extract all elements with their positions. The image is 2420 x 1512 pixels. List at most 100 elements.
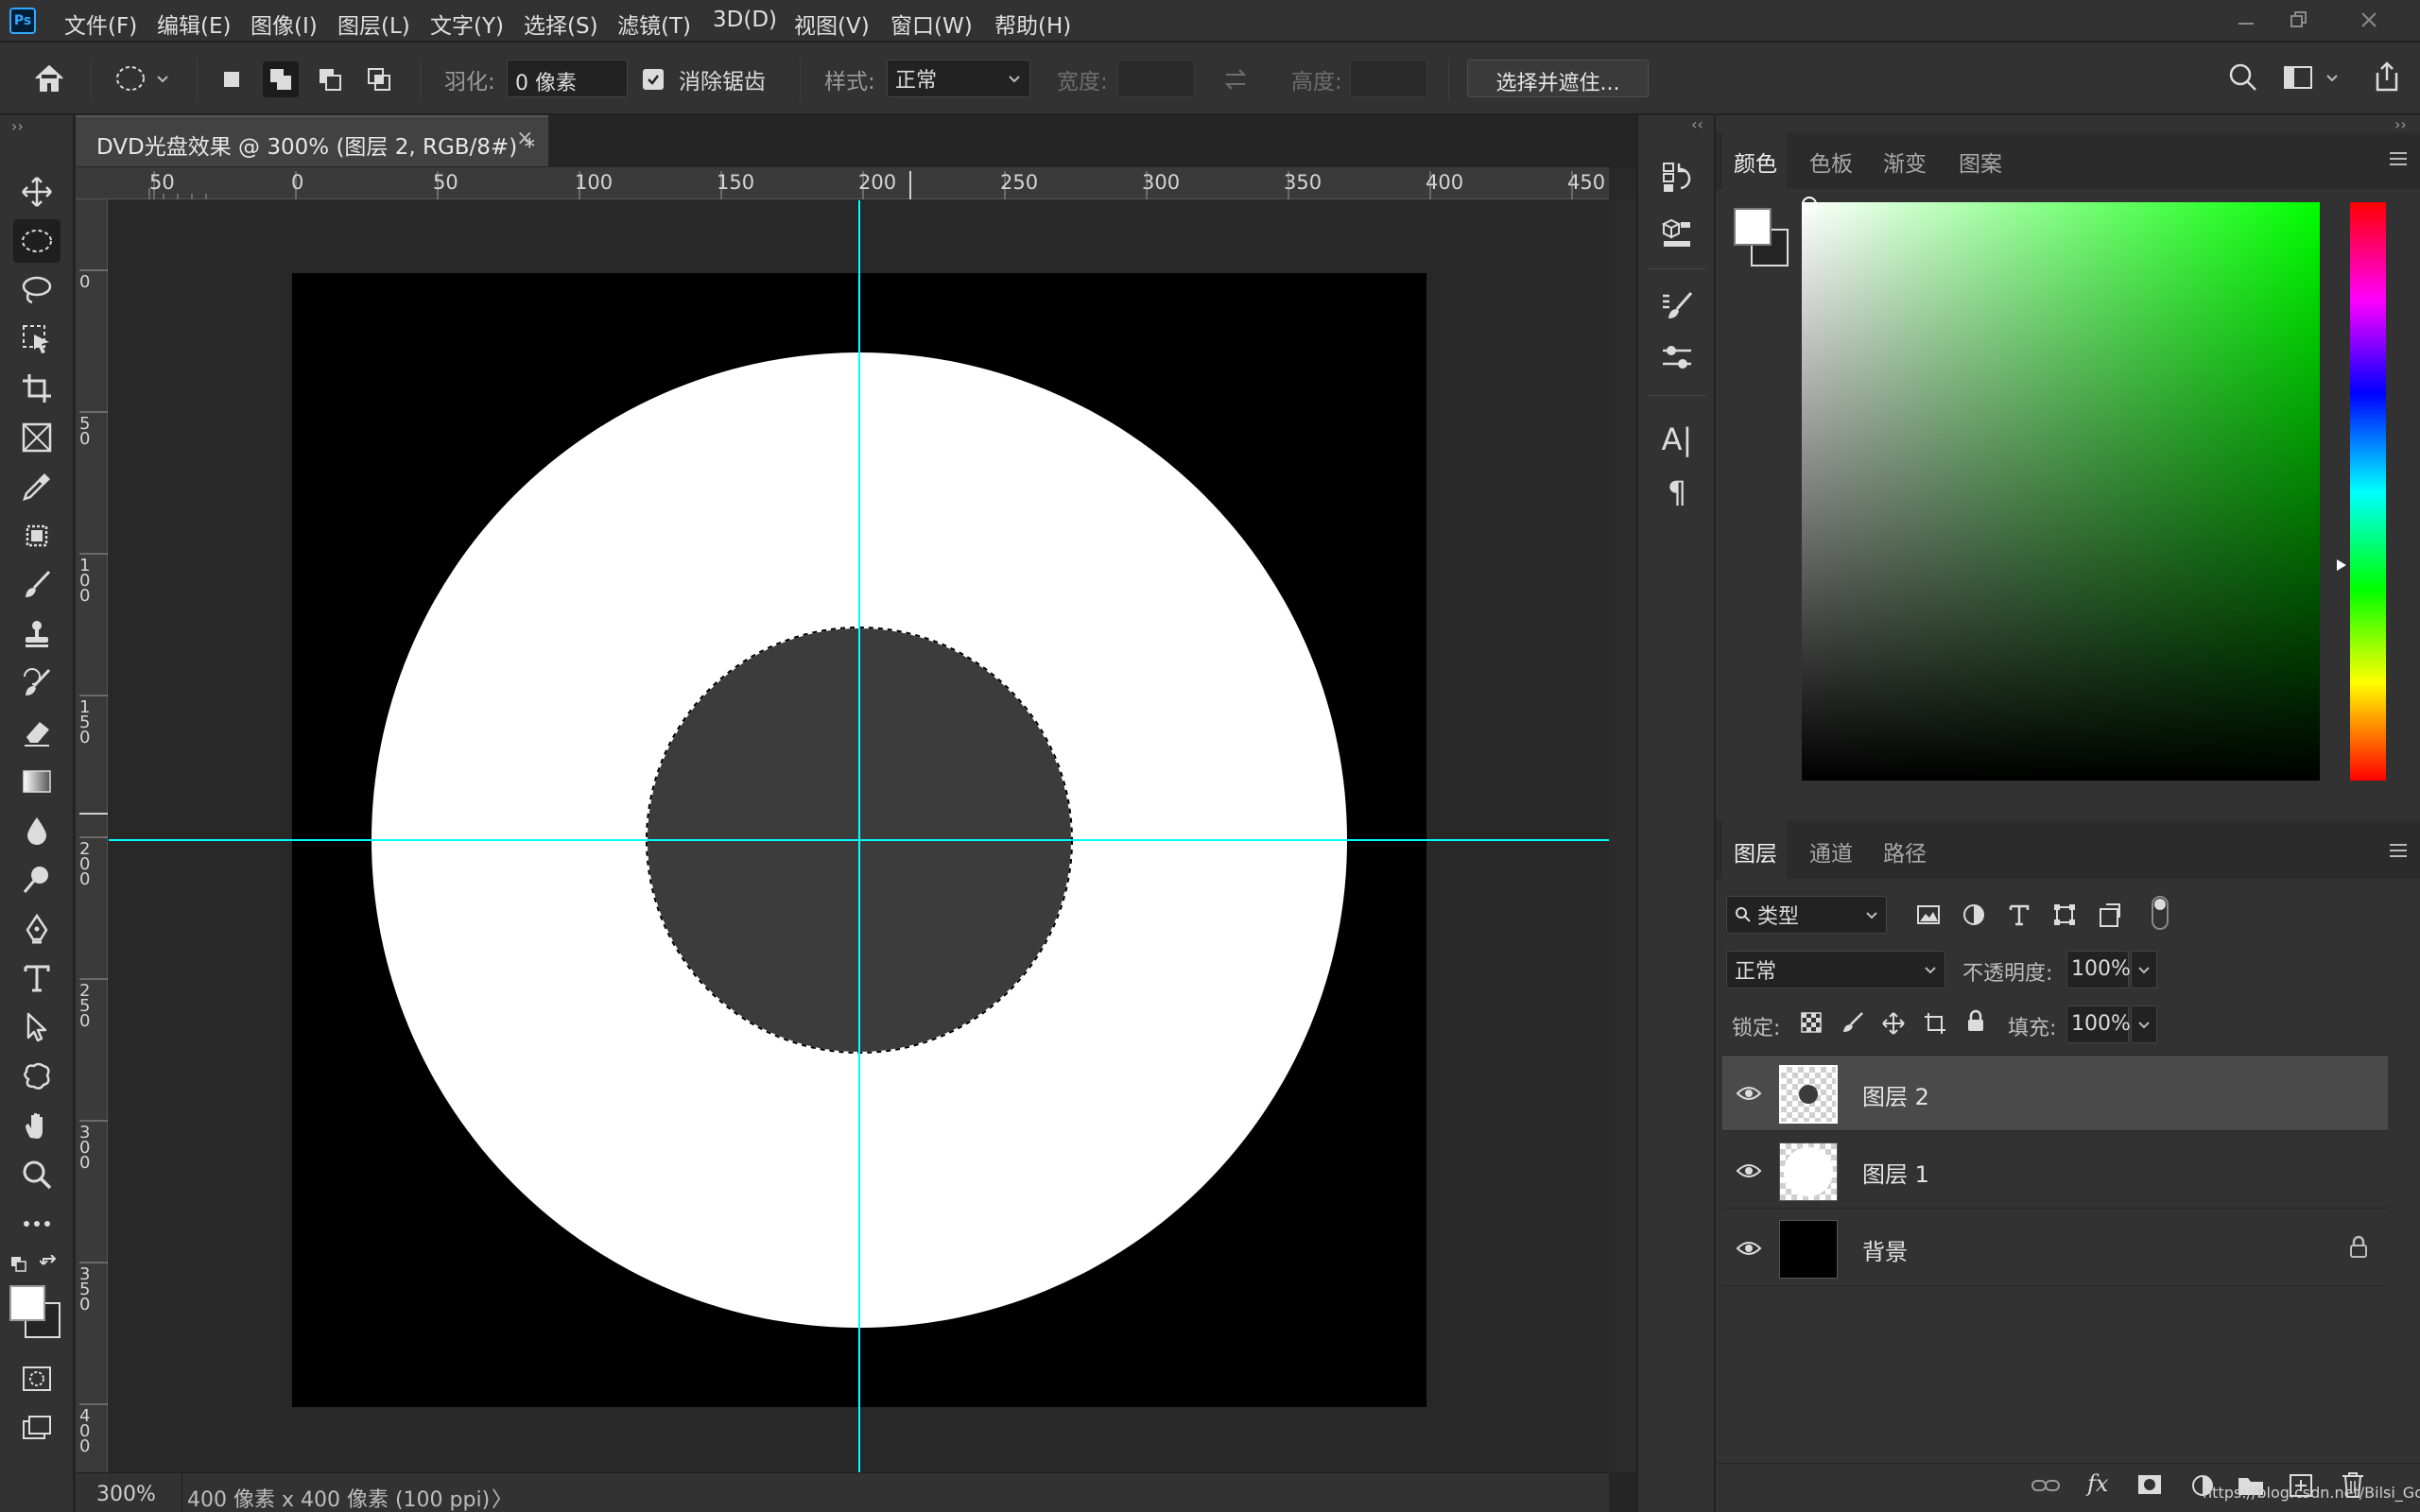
filter-toggle-switch[interactable] — [2152, 896, 2169, 930]
edit-toolbar-icon[interactable] — [13, 1202, 60, 1246]
custom-shape-tool-icon[interactable] — [13, 1055, 60, 1098]
pen-tool-icon[interactable] — [13, 907, 60, 951]
opacity-input[interactable]: 100% — [2066, 951, 2131, 988]
lock-artboard-icon[interactable] — [1923, 1011, 1947, 1036]
feather-input[interactable]: 0 像素 — [507, 60, 628, 97]
share-icon[interactable] — [2371, 60, 2403, 94]
lock-image-pixels-icon[interactable] — [1841, 1011, 1864, 1034]
brush-tool-icon[interactable] — [13, 563, 60, 607]
new-selection-button[interactable] — [214, 61, 250, 97]
tab-layers[interactable]: 图层 — [1734, 835, 1777, 868]
tab-patterns[interactable]: 图案 — [1959, 146, 2002, 178]
eyedropper-tool-icon[interactable] — [13, 465, 60, 508]
foreground-color-swatch[interactable] — [9, 1285, 45, 1321]
workspace-switcher[interactable] — [2282, 63, 2341, 92]
status-menu-arrow-icon[interactable]: 〉 — [492, 1483, 512, 1512]
panel-foreground-swatch[interactable] — [1734, 208, 1772, 246]
layer-name[interactable]: 图层 2 — [1862, 1078, 1929, 1111]
filter-pixel-layers-icon[interactable] — [1915, 902, 1942, 928]
tool-preset-picker[interactable] — [113, 61, 172, 95]
screen-mode-icon[interactable] — [13, 1406, 60, 1450]
layers-panel-menu-icon[interactable] — [2388, 841, 2409, 860]
width-input[interactable] — [1117, 60, 1195, 97]
color-picker-handle[interactable] — [1802, 197, 1817, 212]
canvas[interactable] — [109, 200, 1610, 1472]
layer-name[interactable]: 图层 1 — [1862, 1156, 1929, 1189]
visibility-eye-icon[interactable] — [1736, 1080, 1762, 1107]
link-layers-icon[interactable] — [2031, 1474, 2061, 1497]
quick-mask-icon[interactable] — [13, 1357, 60, 1400]
history-brush-tool-icon[interactable] — [13, 662, 60, 705]
layer-filter-select[interactable]: 类型 — [1726, 896, 1887, 934]
horizontal-ruler[interactable]: 50 0 50 100 150 200 250 300 350 400 450 — [76, 167, 1609, 199]
tab-channels[interactable]: 通道 — [1809, 835, 1853, 868]
frame-tool-icon[interactable] — [13, 416, 60, 459]
antialias-checkbox[interactable] — [643, 69, 664, 90]
dodge-tool-icon[interactable] — [13, 858, 60, 902]
layer-styles-fx-icon[interactable]: fx — [2087, 1470, 2108, 1497]
blend-mode-select[interactable]: 正常 — [1726, 951, 1945, 988]
brush-settings-panel-icon[interactable] — [1653, 284, 1701, 331]
layer-row[interactable]: 图层 2 — [1722, 1056, 2388, 1131]
filter-smart-objects-icon[interactable] — [2097, 902, 2123, 928]
elliptical-marquee-tool-icon[interactable] — [13, 219, 60, 263]
layer-row[interactable]: 图层 1 — [1722, 1133, 2388, 1209]
color-panel-menu-icon[interactable] — [2388, 149, 2409, 168]
default-colors-icon[interactable] — [9, 1255, 28, 1274]
search-icon[interactable] — [2227, 61, 2259, 94]
vertical-ruler[interactable]: 0 50 100 150 200 250 300 350 400 — [76, 199, 108, 1472]
close-window-icon[interactable] — [2350, 4, 2388, 36]
character-panel-icon[interactable]: A| — [1653, 416, 1701, 463]
menu-edit[interactable]: 编辑(E) — [157, 8, 231, 40]
lock-transparent-pixels-icon[interactable] — [1800, 1011, 1823, 1034]
collapse-panels-icon[interactable]: ‹‹ — [1691, 115, 1703, 133]
spot-healing-tool-icon[interactable] — [13, 514, 60, 558]
menu-filter[interactable]: 滤镜(T) — [617, 8, 691, 40]
type-tool-icon[interactable] — [13, 956, 60, 1000]
lock-all-icon[interactable] — [1964, 1009, 1987, 1034]
hand-tool-icon[interactable] — [13, 1104, 60, 1147]
crop-tool-icon[interactable] — [13, 367, 60, 410]
restore-icon[interactable] — [2280, 4, 2318, 36]
filter-adjustment-layers-icon[interactable] — [1961, 902, 1987, 928]
fill-input[interactable]: 100% — [2066, 1005, 2131, 1043]
layer-row[interactable]: 背景 — [1722, 1211, 2388, 1286]
add-to-selection-button[interactable] — [263, 61, 299, 97]
clone-stamp-tool-icon[interactable] — [13, 612, 60, 656]
menu-image[interactable]: 图像(I) — [251, 8, 318, 40]
collapse-toolbar-icon[interactable]: ›› — [11, 117, 24, 135]
photoshop-logo-icon[interactable]: Ps — [9, 8, 36, 34]
subtract-from-selection-button[interactable] — [312, 61, 348, 97]
menu-select[interactable]: 选择(S) — [524, 8, 598, 40]
zoom-level[interactable]: 300% — [96, 1483, 156, 1506]
layer-name[interactable]: 背景 — [1862, 1233, 1908, 1266]
menu-window[interactable]: 窗口(W) — [890, 8, 973, 40]
intersect-selection-button[interactable] — [361, 61, 397, 97]
adjustments-panel-icon[interactable] — [1653, 335, 1701, 382]
style-select[interactable]: 正常 — [887, 60, 1030, 97]
hue-slider-handle-icon[interactable] — [2335, 558, 2348, 573]
tab-color[interactable]: 颜色 — [1734, 146, 1777, 178]
filter-shape-layers-icon[interactable] — [2051, 902, 2078, 928]
add-mask-icon[interactable] — [2136, 1472, 2163, 1497]
color-field[interactable] — [1802, 202, 2320, 781]
collapse-right-panels-icon[interactable]: ›› — [2394, 115, 2407, 133]
visibility-eye-icon[interactable] — [1736, 1158, 1762, 1184]
height-input[interactable] — [1350, 60, 1427, 97]
libraries-panel-icon[interactable] — [1653, 210, 1701, 257]
close-tab-icon[interactable]: × — [516, 127, 533, 150]
opacity-dropdown[interactable] — [2131, 951, 2157, 988]
zoom-tool-icon[interactable] — [13, 1153, 60, 1196]
menu-type[interactable]: 文字(Y) — [430, 8, 504, 40]
eraser-tool-icon[interactable] — [13, 711, 60, 754]
lasso-tool-icon[interactable] — [13, 268, 60, 312]
blur-tool-icon[interactable] — [13, 809, 60, 852]
home-icon[interactable] — [32, 61, 66, 95]
menu-3d[interactable]: 3D(D) — [713, 8, 777, 32]
lock-position-icon[interactable] — [1881, 1011, 1906, 1036]
path-selection-tool-icon[interactable] — [13, 1005, 60, 1049]
menu-help[interactable]: 帮助(H) — [994, 8, 1071, 40]
menu-view[interactable]: 视图(V) — [794, 8, 870, 40]
move-tool-icon[interactable] — [13, 170, 60, 214]
fill-dropdown[interactable] — [2131, 1005, 2157, 1043]
